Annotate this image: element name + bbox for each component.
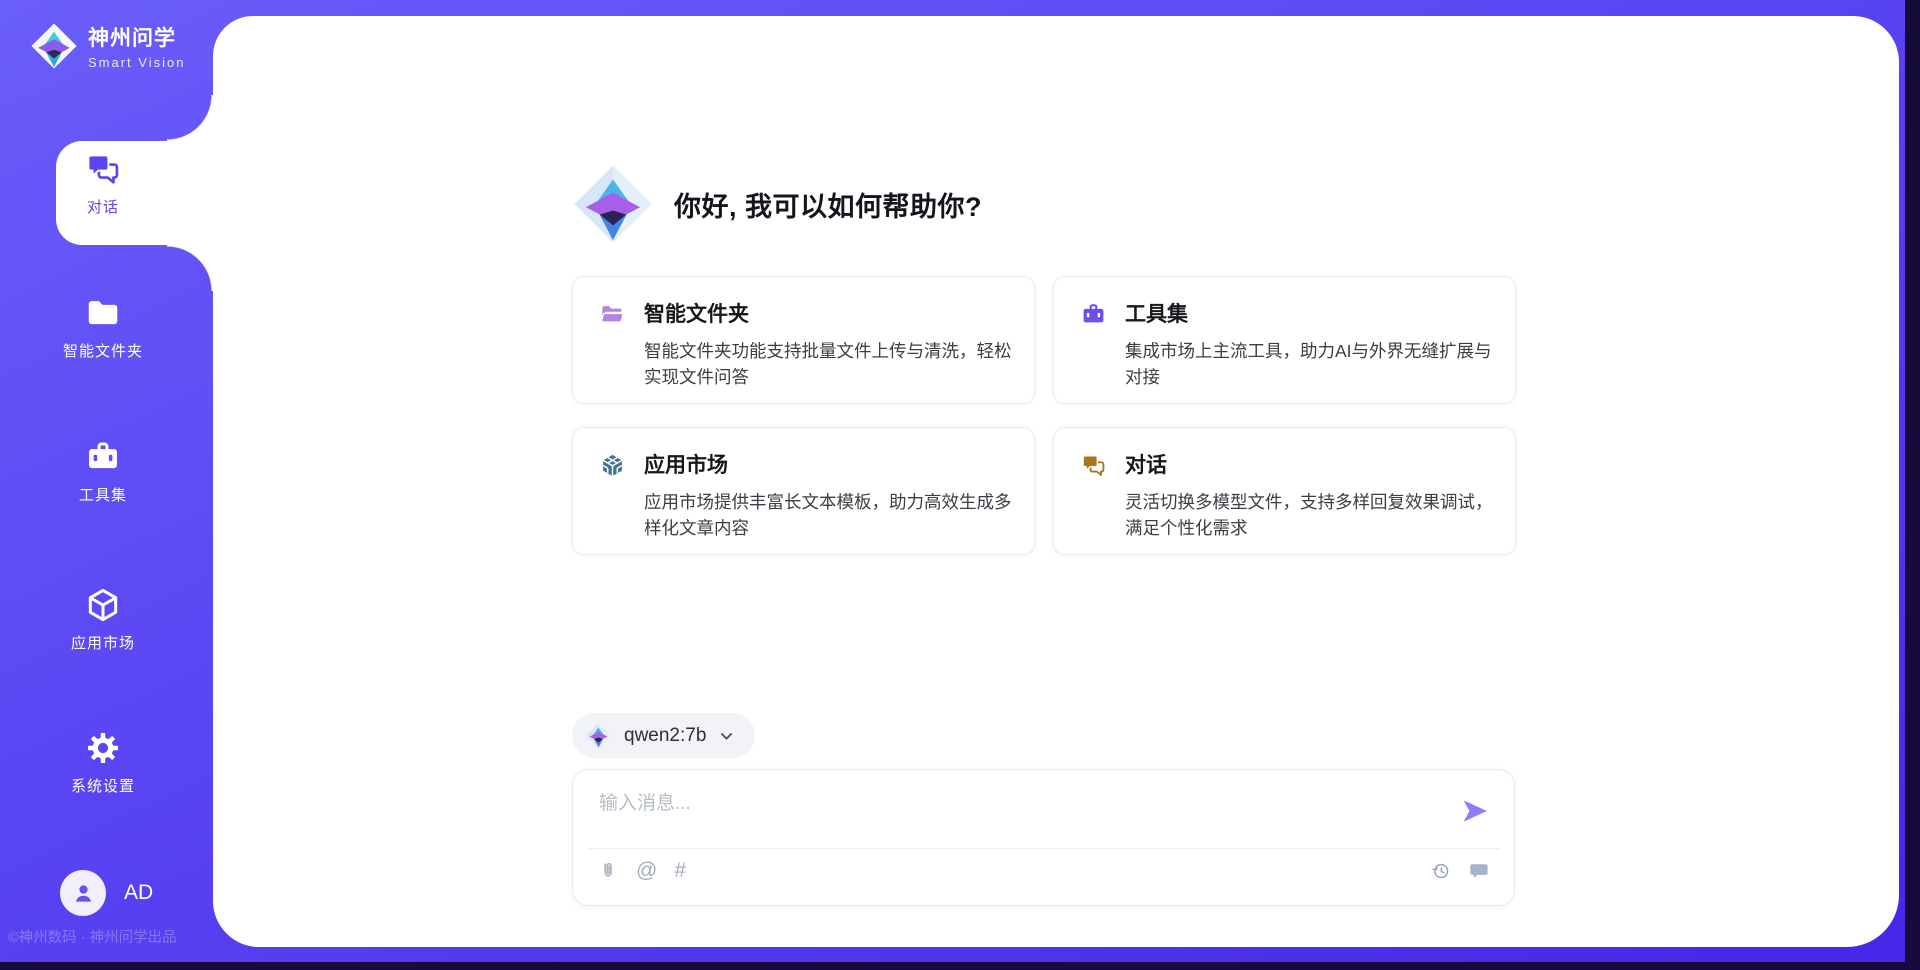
sidebar-item-app-market[interactable]: 应用市场 xyxy=(8,586,198,653)
chevron-down-icon xyxy=(718,726,735,745)
card-title: 工具集 xyxy=(1125,301,1188,328)
toolbox-icon xyxy=(84,438,122,476)
card-description: 集成市场上主流工具，助力AI与外界无缝扩展与对接 xyxy=(1125,338,1501,390)
chat-icon xyxy=(84,150,122,188)
greeting: 你好, 我可以如何帮助你? xyxy=(572,163,982,245)
composer-right-toolbar xyxy=(1430,860,1490,882)
brand-diamond-icon xyxy=(572,163,654,245)
card-description: 灵活切换多模型文件，支持多样回复效果调试，满足个性化需求 xyxy=(1125,489,1501,541)
window-edge-bottom xyxy=(0,962,1920,970)
user-label: AD xyxy=(124,881,153,905)
brand-diamond-icon xyxy=(585,722,612,749)
composer-toolbar: @ # xyxy=(597,860,686,882)
avatar[interactable] xyxy=(60,870,106,916)
cube-icon xyxy=(84,586,122,624)
sidebar-item-label: 工具集 xyxy=(79,484,127,505)
sidebar-item-label: 应用市场 xyxy=(71,632,135,653)
quick-reply-icon[interactable] xyxy=(1468,860,1490,882)
history-icon[interactable] xyxy=(1430,860,1452,882)
card-chat[interactable]: 对话 灵活切换多模型文件，支持多样回复效果调试，满足个性化需求 xyxy=(1053,427,1516,555)
copyright-text: ©神州数码 · 神州问学出品 xyxy=(8,926,177,947)
feature-cards: 智能文件夹 智能文件夹功能支持批量文件上传与清洗，轻松实现文件问答 工具集 集成… xyxy=(572,276,1516,555)
card-title: 应用市场 xyxy=(644,452,728,479)
tab-curve-bottom xyxy=(167,245,213,291)
brand-name: 神州问学 xyxy=(88,22,185,52)
card-app-market[interactable]: 应用市场 应用市场提供丰富长文本模板，助力高效生成多样化文章内容 xyxy=(572,427,1035,555)
card-description: 应用市场提供丰富长文本模板，助力高效生成多样化文章内容 xyxy=(644,489,1020,541)
sidebar-item-label: 智能文件夹 xyxy=(63,340,143,361)
model-selector[interactable]: qwen2:7b xyxy=(572,713,755,758)
card-title: 智能文件夹 xyxy=(644,301,749,328)
sidebar-item-chat[interactable]: 对话 xyxy=(8,150,198,217)
user-profile[interactable]: AD xyxy=(60,870,153,916)
sidebar: 神州问学 Smart Vision 对话 智能文件夹 工具集 应 xyxy=(0,0,213,970)
app-logo: 神州问学 Smart Vision xyxy=(30,22,185,70)
message-composer: @ # xyxy=(572,769,1515,906)
chat-icon xyxy=(1080,452,1107,479)
card-title: 对话 xyxy=(1125,452,1167,479)
model-name: qwen2:7b xyxy=(624,725,706,747)
brand-text: 神州问学 Smart Vision xyxy=(88,22,185,70)
folder-open-icon xyxy=(599,301,626,328)
paperclip-icon[interactable] xyxy=(597,860,619,882)
user-avatar-icon xyxy=(70,880,97,907)
cube-grid-icon xyxy=(599,452,626,479)
card-toolset[interactable]: 工具集 集成市场上主流工具，助力AI与外界无缝扩展与对接 xyxy=(1053,276,1516,404)
card-smart-folder[interactable]: 智能文件夹 智能文件夹功能支持批量文件上传与清洗，轻松实现文件问答 xyxy=(572,276,1035,404)
tab-curve-top xyxy=(167,95,213,141)
composer-divider xyxy=(587,848,1500,849)
sidebar-item-smart-folder[interactable]: 智能文件夹 xyxy=(8,294,198,361)
sidebar-item-toolset[interactable]: 工具集 xyxy=(8,438,198,505)
mention-icon[interactable]: @ xyxy=(636,860,657,882)
message-input[interactable] xyxy=(599,788,1439,842)
sidebar-item-settings[interactable]: 系统设置 xyxy=(8,729,198,796)
brand-diamond-icon xyxy=(30,22,78,70)
card-description: 智能文件夹功能支持批量文件上传与清洗，轻松实现文件问答 xyxy=(644,338,1020,390)
brand-subtitle: Smart Vision xyxy=(88,55,185,70)
send-icon[interactable] xyxy=(1460,796,1490,826)
sidebar-item-label: 系统设置 xyxy=(71,775,135,796)
window-edge-right xyxy=(1905,0,1920,970)
toolbox-icon xyxy=(1080,301,1107,328)
greeting-title: 你好, 我可以如何帮助你? xyxy=(674,185,982,224)
hash-icon[interactable]: # xyxy=(674,860,686,882)
gear-icon xyxy=(84,729,122,767)
sidebar-item-label: 对话 xyxy=(87,196,119,217)
folder-icon xyxy=(84,294,122,332)
